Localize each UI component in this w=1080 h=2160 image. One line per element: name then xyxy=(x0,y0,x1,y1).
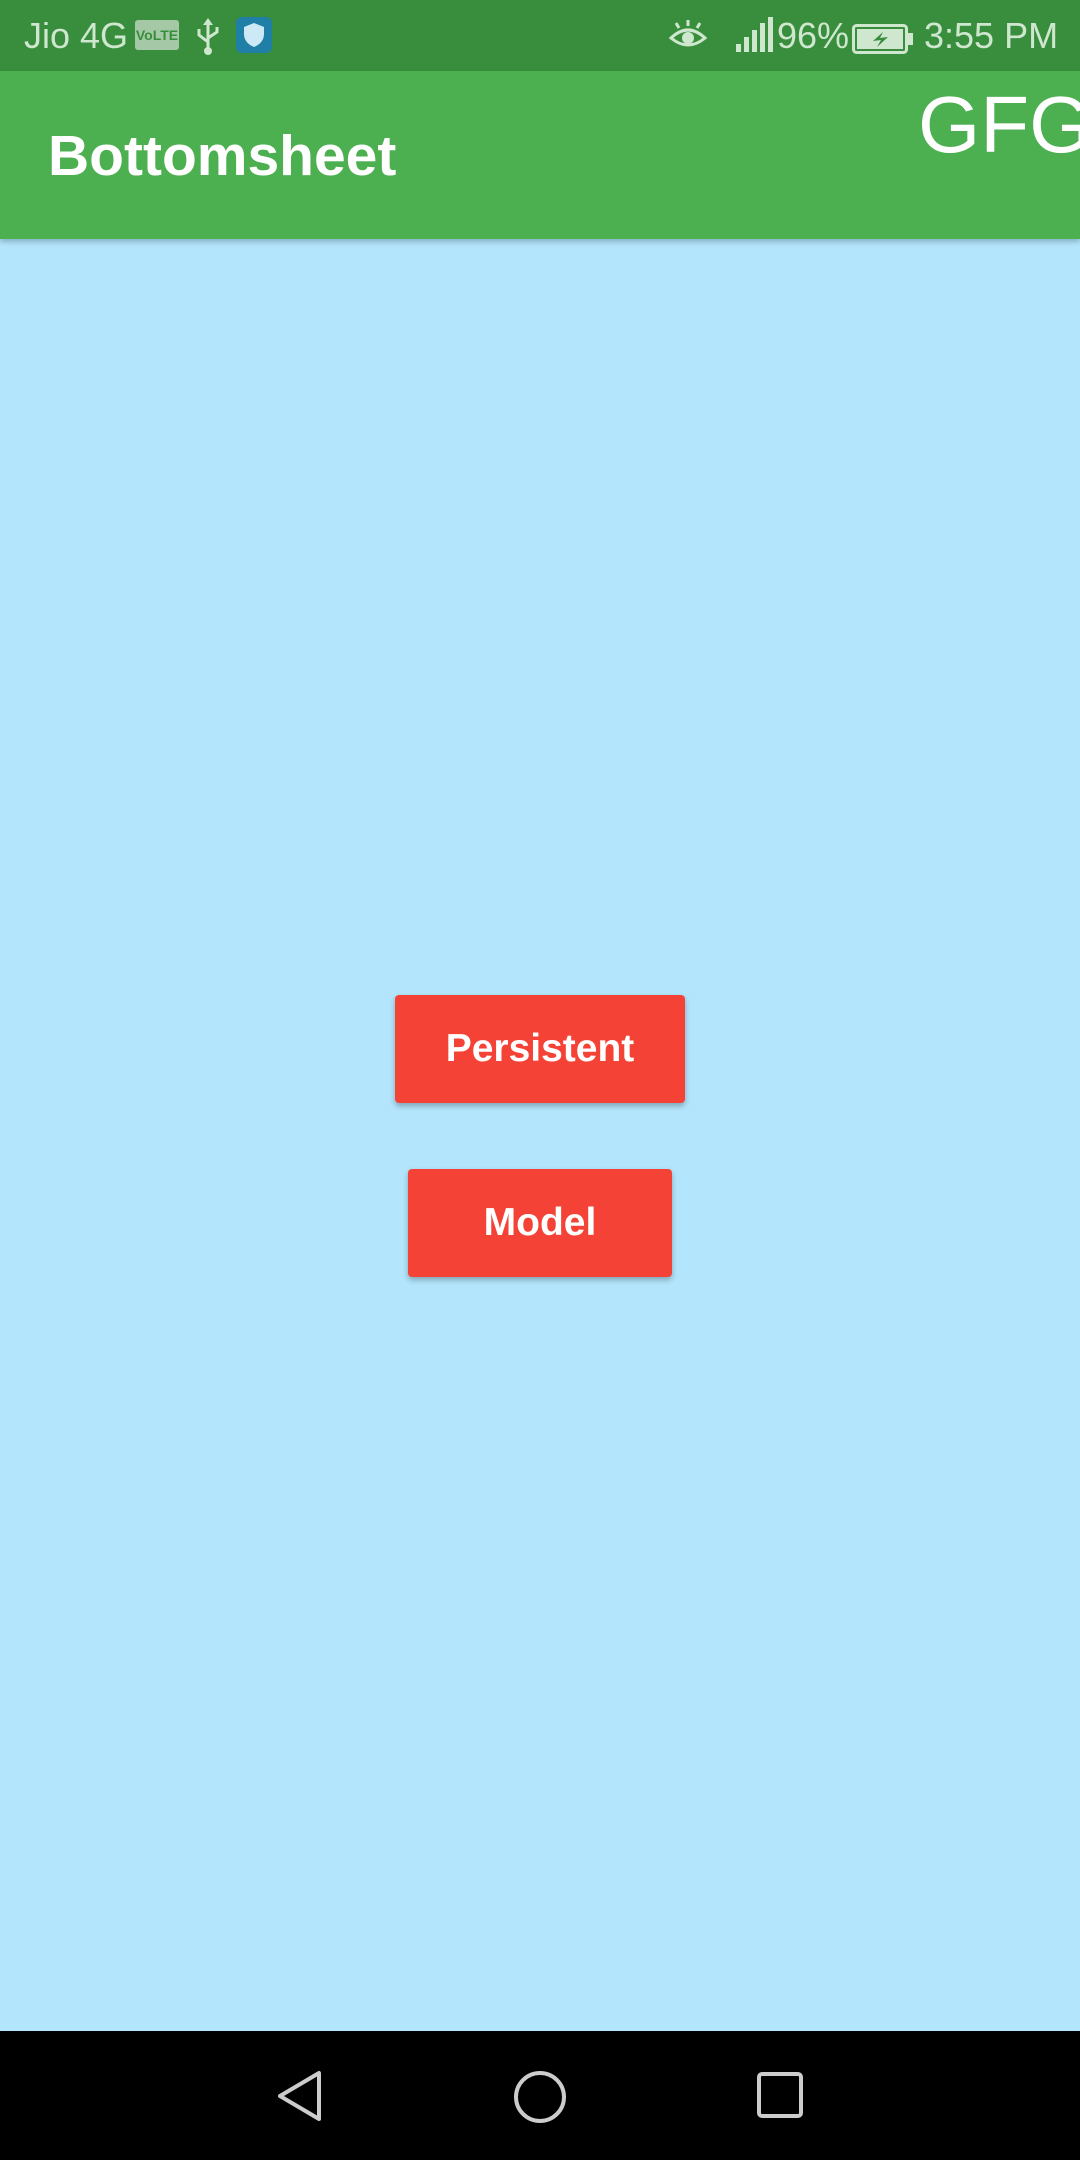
usb-icon xyxy=(194,16,222,56)
carrier-label: Jio 4G xyxy=(24,15,129,56)
back-icon[interactable] xyxy=(274,2069,326,2123)
persistent-button[interactable]: Persistent xyxy=(395,995,685,1103)
signal-icon xyxy=(734,16,774,54)
navigation-bar xyxy=(0,2031,1080,2160)
status-bar: Jio 4G VoLTE 96% 3:55 PM xyxy=(0,0,1080,71)
battery-percent: 96% xyxy=(777,15,850,56)
shield-icon xyxy=(236,17,272,53)
screen: Jio 4G VoLTE 96% 3:55 PM Bottomsheet GFG… xyxy=(0,0,1080,2160)
gfg-action[interactable]: GFG xyxy=(918,77,1080,173)
battery-charging-icon xyxy=(852,21,914,54)
model-button[interactable]: Model xyxy=(408,1169,672,1277)
volte-badge: VoLTE xyxy=(135,20,179,50)
recent-apps-icon[interactable] xyxy=(756,2071,804,2119)
app-bar: Bottomsheet GFG xyxy=(0,71,1080,239)
clock: 3:55 PM xyxy=(924,15,1059,56)
home-icon[interactable] xyxy=(512,2069,568,2125)
page-title: Bottomsheet xyxy=(48,124,397,188)
eye-icon xyxy=(668,18,708,54)
